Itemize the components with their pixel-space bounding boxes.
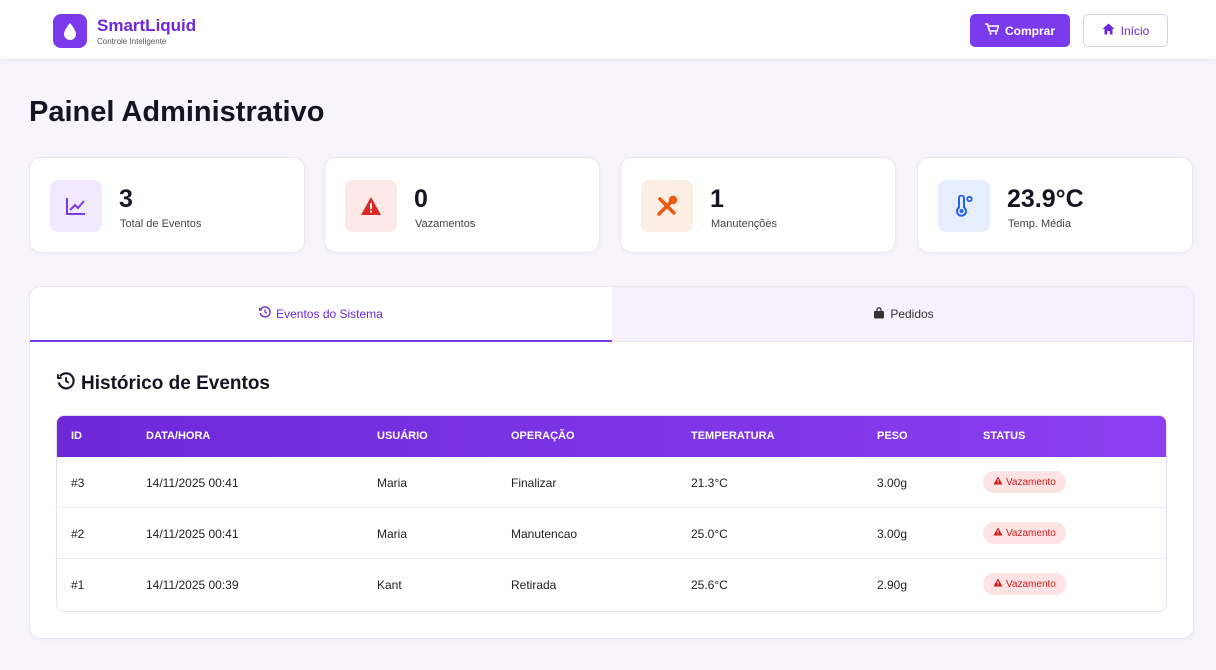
status-text: Vazamento	[1006, 527, 1056, 539]
cell-weight: 3.00g	[877, 476, 908, 490]
page-title: Painel Administrativo	[29, 96, 325, 128]
tools-icon	[641, 180, 693, 232]
stat-value: 1	[710, 185, 724, 213]
brand-name: SmartLiquid	[97, 15, 197, 35]
status-badge: Vazamento	[983, 471, 1066, 493]
tab-system-events[interactable]: Eventos do Sistema	[30, 287, 612, 342]
history-icon	[56, 372, 75, 396]
stat-label: Manutenções	[711, 218, 778, 230]
cell-datetime: 14/11/2025 00:39	[146, 578, 239, 592]
warning-icon	[993, 527, 1003, 539]
table-row[interactable]: #3 14/11/2025 00:41 Maria Finalizar 21.3…	[57, 457, 1166, 508]
cell-id: #3	[71, 476, 85, 490]
section-title-text: Histórico de Eventos	[81, 373, 270, 394]
column-header: DATA/HORA	[146, 430, 211, 442]
cell-id: #1	[71, 578, 85, 592]
events-table: ID DATA/HORA USUÁRIO OPERAÇÃO TEMPERATUR…	[56, 415, 1167, 612]
cell-temperature: 25.6°C	[691, 578, 728, 592]
stat-value: 23.9°C	[1007, 185, 1084, 213]
table-row[interactable]: #1 14/11/2025 00:39 Kant Retirada 25.6°C…	[57, 559, 1166, 610]
buy-button-label: Comprar	[1004, 23, 1055, 38]
cell-operation: Retirada	[511, 578, 557, 592]
shopping-bag-icon	[873, 306, 885, 322]
cell-operation: Finalizar	[511, 476, 557, 490]
thermometer-icon	[938, 180, 990, 232]
stat-value: 0	[414, 185, 428, 213]
stat-card-leaks: 0 Vazamentos	[324, 157, 600, 253]
status-text: Vazamento	[1006, 578, 1056, 590]
table-row[interactable]: #2 14/11/2025 00:41 Maria Manutencao 25.…	[57, 508, 1166, 559]
brand[interactable]: SmartLiquid Controle Inteligente	[53, 14, 196, 48]
chart-line-icon	[50, 180, 102, 232]
status-text: Vazamento	[1006, 476, 1056, 488]
cell-temperature: 21.3°C	[691, 476, 728, 490]
column-header: USUÁRIO	[377, 430, 428, 442]
column-header: OPERAÇÃO	[511, 430, 575, 442]
home-button[interactable]: Início	[1083, 14, 1168, 47]
cell-weight: 2.90g	[877, 578, 908, 592]
warning-icon	[993, 578, 1003, 590]
home-button-label: Início	[1120, 23, 1150, 38]
tab-orders[interactable]: Pedidos	[612, 287, 1193, 342]
cell-user: Kant	[377, 578, 402, 592]
tab-label: Eventos do Sistema	[276, 306, 383, 321]
stat-label: Total de Eventos	[120, 218, 202, 230]
cell-id: #2	[71, 527, 85, 541]
status-badge: Vazamento	[983, 522, 1066, 544]
section-title: Histórico de Eventos	[56, 372, 270, 396]
status-badge: Vazamento	[983, 573, 1066, 595]
warning-icon	[345, 180, 397, 232]
droplet-icon	[53, 14, 87, 48]
table-header: ID DATA/HORA USUÁRIO OPERAÇÃO TEMPERATUR…	[57, 416, 1166, 457]
column-header: STATUS	[983, 430, 1026, 442]
column-header: PESO	[877, 430, 908, 442]
stat-label: Vazamentos	[415, 218, 476, 230]
cell-datetime: 14/11/2025 00:41	[146, 476, 239, 490]
cell-user: Maria	[377, 527, 408, 541]
cell-weight: 3.00g	[877, 527, 908, 541]
cell-user: Maria	[377, 476, 408, 490]
cell-datetime: 14/11/2025 00:41	[146, 527, 239, 541]
column-header: TEMPERATURA	[691, 430, 775, 442]
stat-value: 3	[119, 185, 133, 213]
home-icon	[1102, 23, 1115, 38]
column-header: ID	[71, 430, 82, 442]
cell-operation: Manutencao	[511, 527, 578, 541]
stat-label: Temp. Média	[1008, 218, 1071, 230]
stat-card-temperature: 23.9°C Temp. Média	[917, 157, 1193, 253]
stat-card-events: 3 Total de Eventos	[29, 157, 305, 253]
cell-temperature: 25.0°C	[691, 527, 728, 541]
brand-subtitle: Controle Inteligente	[97, 36, 167, 46]
history-icon	[258, 306, 271, 321]
tab-label: Pedidos	[890, 307, 934, 321]
events-panel: Eventos do Sistema Pedidos Histórico de …	[29, 286, 1194, 639]
cart-icon	[984, 23, 1000, 38]
warning-icon	[993, 476, 1003, 488]
buy-button[interactable]: Comprar	[970, 14, 1070, 47]
top-navbar: SmartLiquid Controle Inteligente Comprar…	[0, 0, 1216, 60]
stat-card-maintenance: 1 Manutenções	[620, 157, 896, 253]
